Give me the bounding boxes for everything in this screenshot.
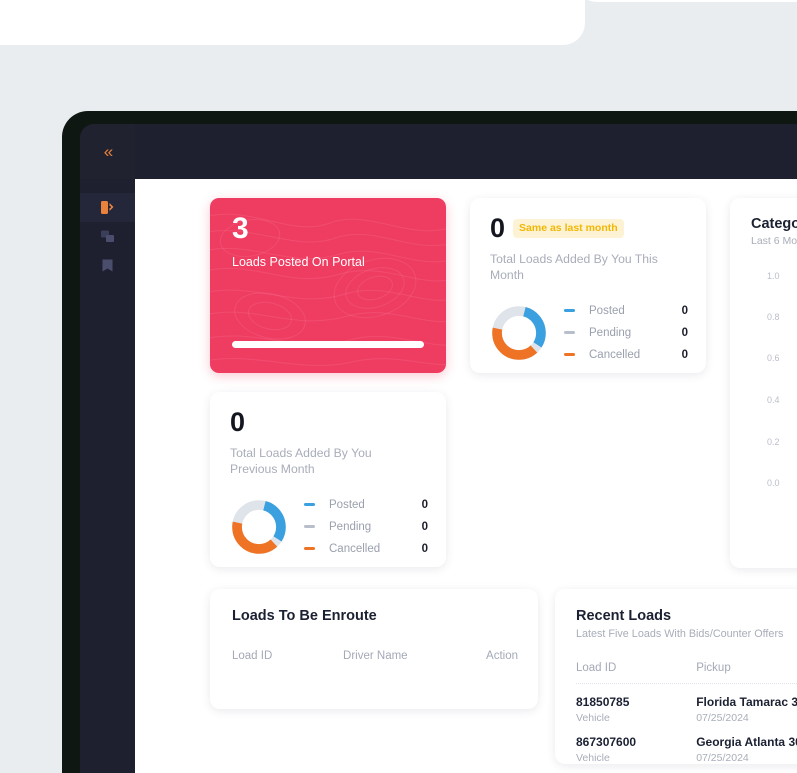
cell-pickup: Florida Tamarac 333 07/25/2024 bbox=[696, 695, 797, 724]
legend-dash-pending bbox=[304, 525, 315, 529]
legend-row: Pending 0 bbox=[564, 322, 688, 344]
load-id-value: 867307600 bbox=[576, 735, 637, 749]
card-total-loads-this-month[interactable]: 0 Same as last month Total Loads Added B… bbox=[470, 198, 706, 373]
column-header-pickup: Pickup bbox=[696, 662, 731, 674]
card-total-loads-previous-month[interactable]: 0 Total Loads Added By You Previous Mont… bbox=[210, 392, 446, 567]
sidebar-item-loads[interactable] bbox=[80, 222, 135, 251]
legend-value: 0 bbox=[421, 520, 428, 533]
category-wise-plot: 1.0 0.8 0.6 0.4 0.2 0.0 May bbox=[751, 271, 797, 526]
load-type-value: Vehicle bbox=[576, 752, 610, 764]
y-axis-tick: 0.0 bbox=[767, 478, 780, 488]
previous-month-header: 0 bbox=[230, 409, 428, 436]
app-window: « 3 Loads Posted On Portal 0 Same as las… bbox=[80, 124, 797, 773]
browser-tab-panel bbox=[0, 0, 585, 45]
pickup-value: Florida Tamarac 333 bbox=[696, 695, 797, 709]
column-header-load-id: Load ID bbox=[232, 650, 273, 662]
pickup-value: Georgia Atlanta 303 bbox=[696, 735, 797, 749]
legend-dash-cancelled bbox=[564, 353, 575, 357]
legend-value: 0 bbox=[421, 542, 428, 555]
screens-icon bbox=[101, 230, 114, 242]
table-row[interactable]: 867307600 Vehicle Georgia Atlanta 303 07… bbox=[576, 724, 797, 764]
load-id-value: 81850785 bbox=[576, 695, 630, 709]
previous-month-legend: Posted 0 Pending 0 Cancelled 0 bbox=[304, 494, 428, 560]
app-topbar bbox=[135, 124, 797, 179]
column-header-action: Action bbox=[486, 650, 518, 662]
pickup-date-value: 07/25/2024 bbox=[696, 752, 749, 764]
y-axis-tick: 1.0 bbox=[767, 271, 780, 281]
legend-label: Posted bbox=[329, 498, 365, 511]
legend-dash-posted bbox=[304, 503, 315, 507]
browser-tab-panel-right bbox=[575, 0, 797, 2]
pickup-date-value: 07/25/2024 bbox=[696, 712, 749, 724]
donut-chart bbox=[492, 306, 546, 360]
this-month-subtitle: Total Loads Added By You This Month bbox=[490, 252, 658, 283]
loads-posted-label: Loads Posted On Portal bbox=[232, 255, 365, 269]
panel-title: Recent Loads bbox=[576, 608, 672, 624]
legend-label: Cancelled bbox=[329, 542, 381, 555]
previous-month-body: Posted 0 Pending 0 Cancelled 0 bbox=[230, 494, 428, 560]
loads-posted-progress bbox=[232, 341, 424, 348]
y-axis-tick: 0.6 bbox=[767, 353, 780, 363]
legend-row: Posted 0 bbox=[304, 494, 428, 516]
status-badge: Same as last month bbox=[513, 219, 624, 238]
cell-load-id: 867307600 Vehicle bbox=[576, 735, 696, 764]
chart-pen-icon bbox=[101, 201, 114, 214]
legend-value: 0 bbox=[421, 498, 428, 511]
recent-table-header: Load ID Pickup bbox=[576, 662, 797, 684]
previous-month-subtitle: Total Loads Added By You Previous Month bbox=[230, 446, 372, 477]
this-month-legend: Posted 0 Pending 0 Cancelled 0 bbox=[564, 300, 688, 366]
card-loads-posted[interactable]: 3 Loads Posted On Portal bbox=[210, 198, 446, 373]
loads-posted-value: 3 bbox=[232, 212, 249, 245]
sidebar-item-dashboard[interactable] bbox=[80, 193, 135, 222]
column-header-load-id: Load ID bbox=[576, 662, 617, 674]
sidebar-collapse-button[interactable]: « bbox=[80, 124, 135, 179]
legend-label: Posted bbox=[589, 304, 625, 317]
chart-title: Category Wise bbox=[751, 216, 797, 232]
panel-subtitle: Latest Five Loads With Bids/Counter Offe… bbox=[576, 628, 784, 640]
cell-pickup: Georgia Atlanta 303 07/25/2024 bbox=[696, 735, 797, 764]
bookmark-icon bbox=[102, 259, 113, 272]
previous-month-value: 0 bbox=[230, 407, 246, 437]
legend-value: 0 bbox=[681, 304, 688, 317]
legend-dash-cancelled bbox=[304, 547, 315, 551]
screenshot-stage: « 3 Loads Posted On Portal 0 Same as las… bbox=[0, 0, 797, 773]
legend-label: Cancelled bbox=[589, 348, 641, 361]
legend-row: Pending 0 bbox=[304, 516, 428, 538]
sidebar-nav bbox=[80, 179, 135, 280]
this-month-body: Posted 0 Pending 0 Cancelled 0 bbox=[490, 300, 688, 366]
card-category-wise[interactable]: Category Wise Last 6 Months Stats 1.0 0.… bbox=[730, 198, 797, 568]
double-chevron-left-icon[interactable]: « bbox=[104, 143, 114, 160]
browser-chrome-strip bbox=[0, 45, 797, 115]
table-row[interactable]: 81850785 Vehicle Florida Tamarac 333 07/… bbox=[576, 684, 797, 724]
load-type-value: Vehicle bbox=[576, 712, 610, 724]
chart-subtitle: Last 6 Months Stats bbox=[751, 235, 797, 247]
legend-row: Cancelled 0 bbox=[564, 344, 688, 366]
this-month-value: 0 bbox=[490, 213, 506, 243]
y-axis-tick: 0.2 bbox=[767, 437, 780, 447]
this-month-header: 0 Same as last month bbox=[490, 215, 688, 242]
card-recent-loads[interactable]: Recent Loads Latest Five Loads With Bids… bbox=[555, 589, 797, 764]
cell-load-id: 81850785 Vehicle bbox=[576, 695, 696, 724]
donut-chart bbox=[232, 500, 286, 554]
panel-title: Loads To Be Enroute bbox=[232, 608, 377, 624]
legend-row: Cancelled 0 bbox=[304, 538, 428, 560]
enroute-table-header: Load ID Driver Name Action bbox=[232, 650, 518, 662]
sidebar-item-bookmarks[interactable] bbox=[80, 251, 135, 280]
sidebar: « bbox=[80, 124, 135, 773]
legend-value: 0 bbox=[681, 348, 688, 361]
legend-row: Posted 0 bbox=[564, 300, 688, 322]
legend-dash-pending bbox=[564, 331, 575, 335]
legend-label: Pending bbox=[329, 520, 372, 533]
card-loads-to-be-enroute[interactable]: Loads To Be Enroute Load ID Driver Name … bbox=[210, 589, 538, 709]
legend-label: Pending bbox=[589, 326, 632, 339]
column-header-driver-name: Driver Name bbox=[343, 650, 408, 662]
legend-dash-posted bbox=[564, 309, 575, 313]
y-axis-tick: 0.8 bbox=[767, 312, 780, 322]
legend-value: 0 bbox=[681, 326, 688, 339]
dashboard-content: 3 Loads Posted On Portal 0 Same as last … bbox=[135, 179, 797, 773]
y-axis-tick: 0.4 bbox=[767, 395, 780, 405]
